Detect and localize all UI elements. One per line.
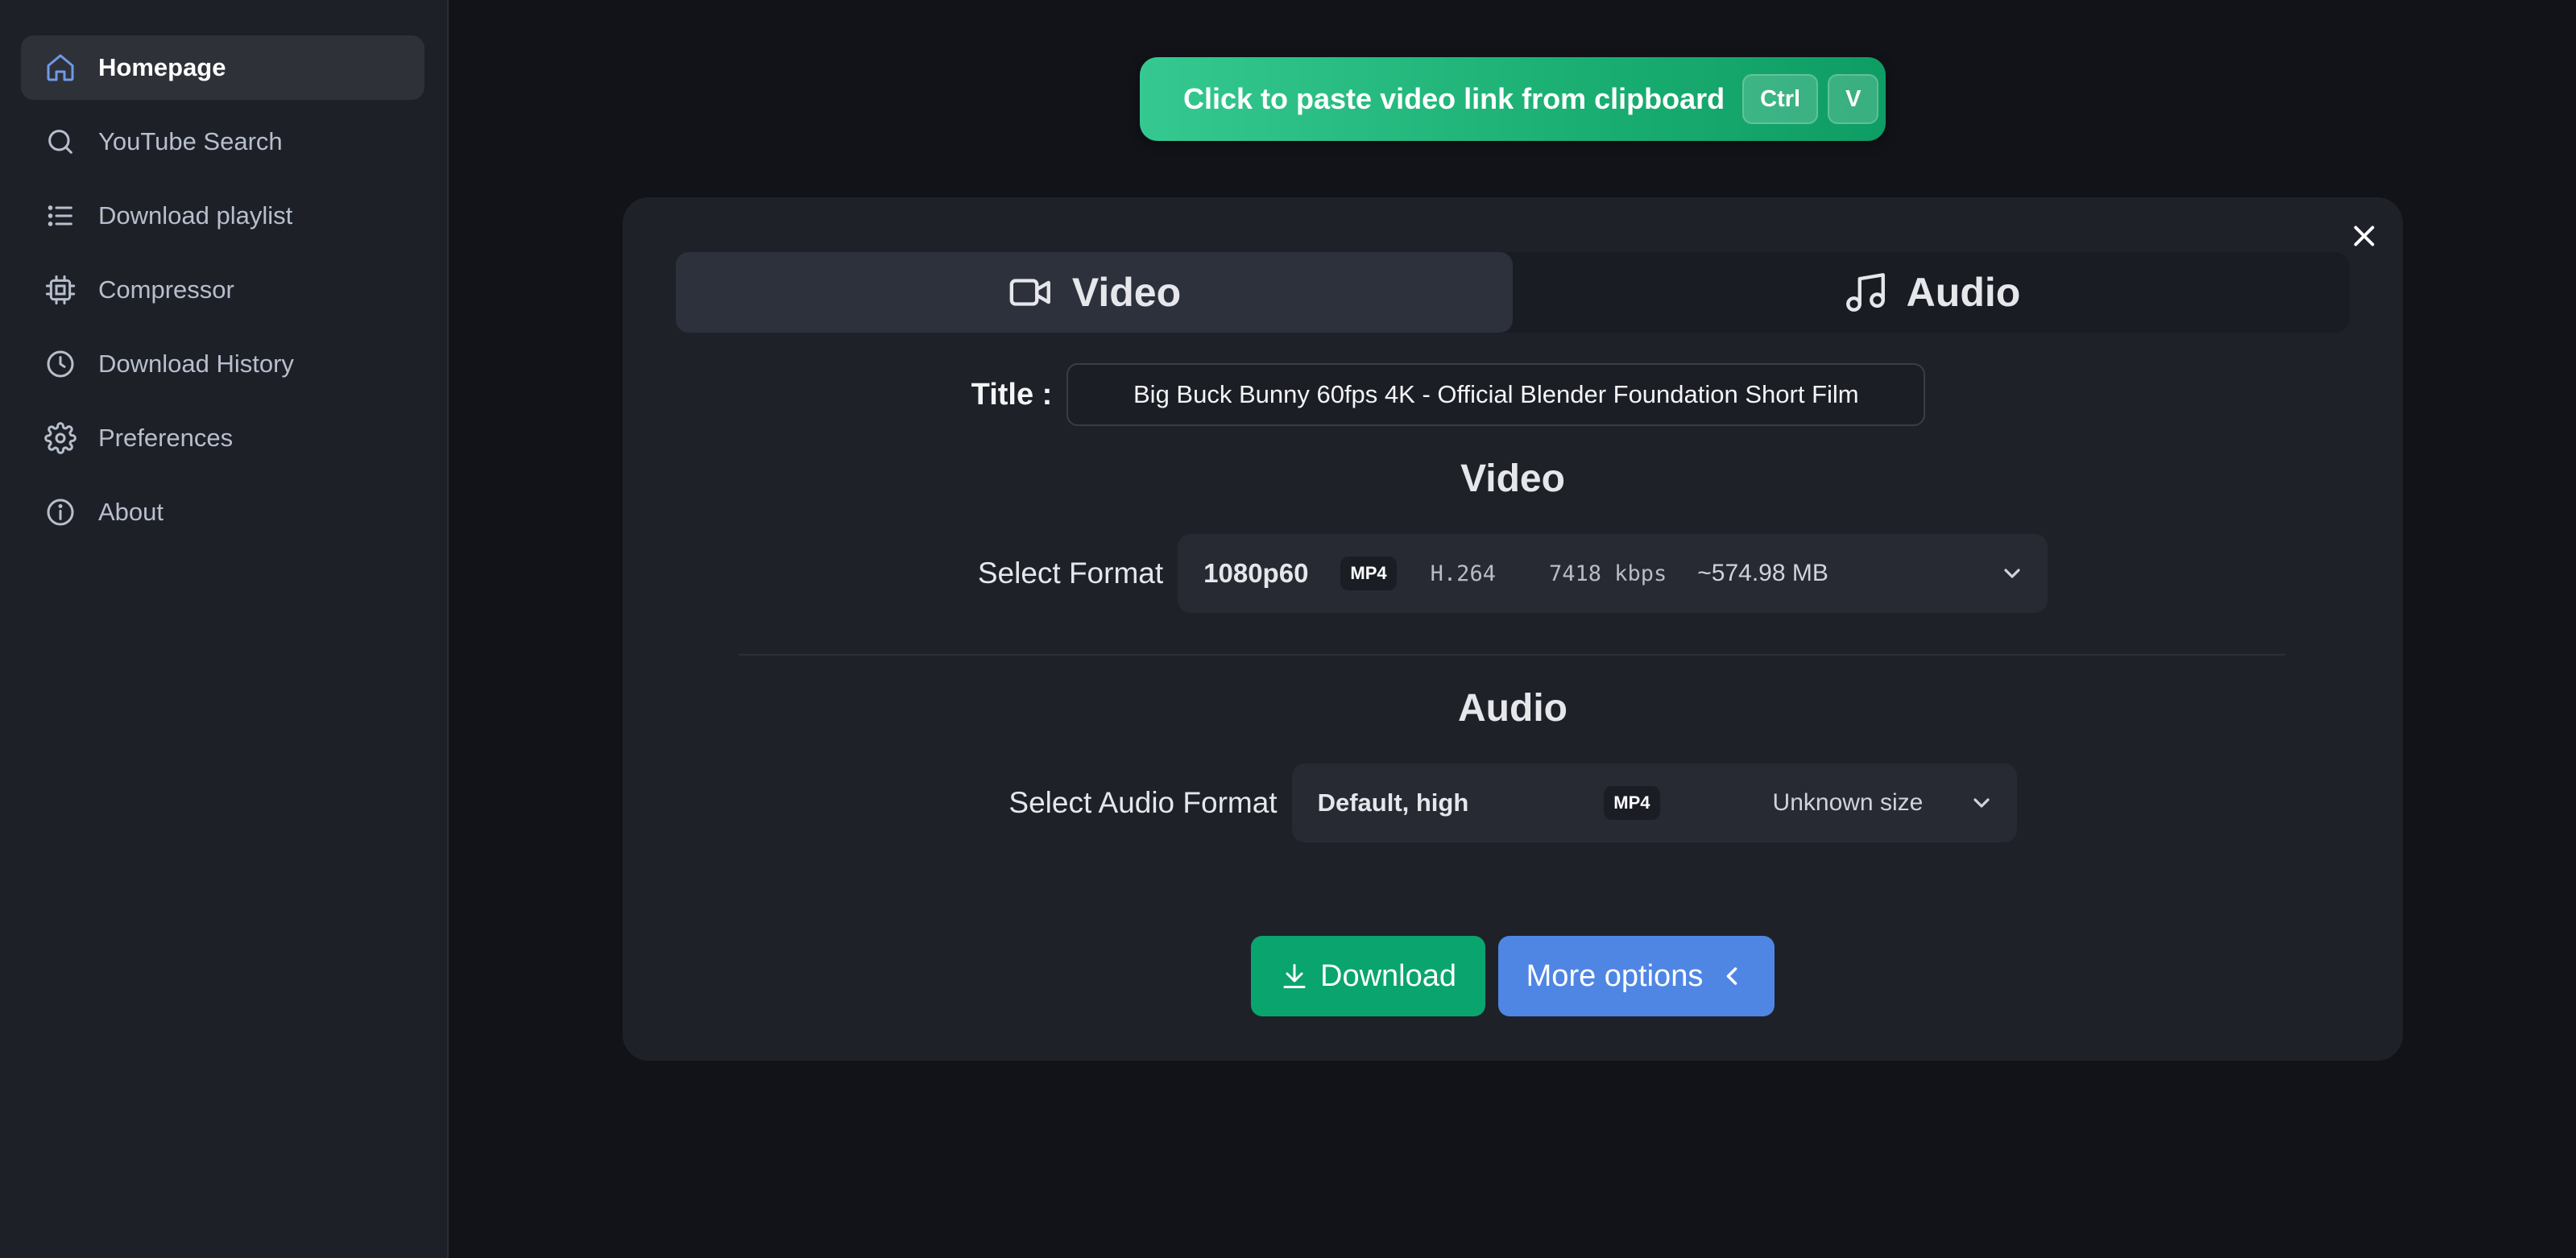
section-divider [739,654,2285,656]
title-label: Title : [971,377,1053,412]
video-resolution: 1080p60 [1203,558,1309,588]
title-row: Title : Big Buck Bunny 60fps 4K - Offici… [623,363,2403,426]
sidebar-item-label: Homepage [98,53,226,81]
audio-format-row: Select Audio Format Default, high MP4 Un… [623,763,2403,842]
sidebar-item-download-history[interactable]: Download History [21,332,425,396]
chevron-left-icon [1727,967,1737,985]
sidebar-item-label: YouTube Search [98,127,283,155]
sidebar-item-label: Download playlist [98,201,293,230]
sidebar-item-label: Download History [98,350,294,378]
list-icon [43,199,77,233]
audio-size: Unknown size [1772,789,1924,816]
audio-format-select[interactable]: Default, high MP4 Unknown size [1291,763,2017,842]
video-format-select[interactable]: 1080p60 MP4 H.264 7418 kbps ~574.98 MB [1178,534,2048,613]
video-size: ~574.98 MB [1697,560,1828,586]
sidebar-item-homepage[interactable]: Homepage [21,35,425,100]
media-type-tabs: Video Audio [676,252,2350,333]
gear-icon [43,421,77,455]
video-section-heading: Video [1460,457,1565,500]
search-icon [43,125,77,159]
close-icon [2354,226,2375,246]
paste-button-label: Click to paste video link from clipboard [1183,82,1725,115]
audio-container-badge: MP4 [1604,786,1660,820]
video-bitrate: 7418 kbps [1548,561,1667,586]
chevron-down-icon [1973,798,1990,808]
video-format-row: Select Format 1080p60 MP4 H.264 7418 kbp… [623,534,2403,613]
audio-section-heading: Audio [1458,687,1568,730]
video-container-badge: MP4 [1340,557,1397,590]
download-panel: Video Audio Title : Big Buck Bunny 60fps… [623,197,2403,1061]
cpu-icon [43,273,77,307]
sidebar-item-label: Compressor [98,275,234,304]
sidebar-item-youtube-search[interactable]: YouTube Search [21,110,425,174]
more-options-label: More options [1526,958,1704,993]
sidebar-item-about[interactable]: About [21,480,425,544]
tab-audio[interactable]: Audio [1513,252,2350,333]
title-field[interactable]: Big Buck Bunny 60fps 4K - Official Blend… [1066,363,1926,426]
ctrl-key-hint: Ctrl [1742,74,1819,124]
download-button-label: Download [1320,958,1456,993]
sidebar: Homepage YouTube Search Download playlis… [0,0,449,1258]
paste-from-clipboard-button[interactable]: Click to paste video link from clipboard… [1140,57,1886,141]
download-button[interactable]: Download [1251,936,1485,1016]
chevron-down-icon [2004,569,2020,578]
sidebar-item-compressor[interactable]: Compressor [21,258,425,322]
sidebar-item-label: Preferences [98,424,234,452]
music-note-icon [1845,273,1885,312]
tab-video[interactable]: Video [676,252,1513,333]
clock-icon [43,347,77,381]
home-icon [43,51,77,85]
select-audio-format-label: Select Audio Format [1008,786,1278,819]
audio-quality: Default, high [1317,788,1469,817]
close-button[interactable] [2346,218,2382,254]
sidebar-item-label: About [98,498,164,526]
action-buttons: Download More options [623,936,2403,1016]
select-format-label: Select Format [977,557,1164,590]
sidebar-item-download-playlist[interactable]: Download playlist [21,184,425,248]
video-camera-icon [1009,279,1050,306]
tab-video-label: Video [1071,270,1182,315]
info-icon [43,495,77,529]
download-icon [1283,964,1306,988]
tab-audio-label: Audio [1906,270,2021,315]
v-key-hint: V [1828,74,1879,124]
video-codec: H.264 [1430,561,1496,586]
sidebar-item-preferences[interactable]: Preferences [21,406,425,470]
more-options-button[interactable]: More options [1498,936,1775,1016]
